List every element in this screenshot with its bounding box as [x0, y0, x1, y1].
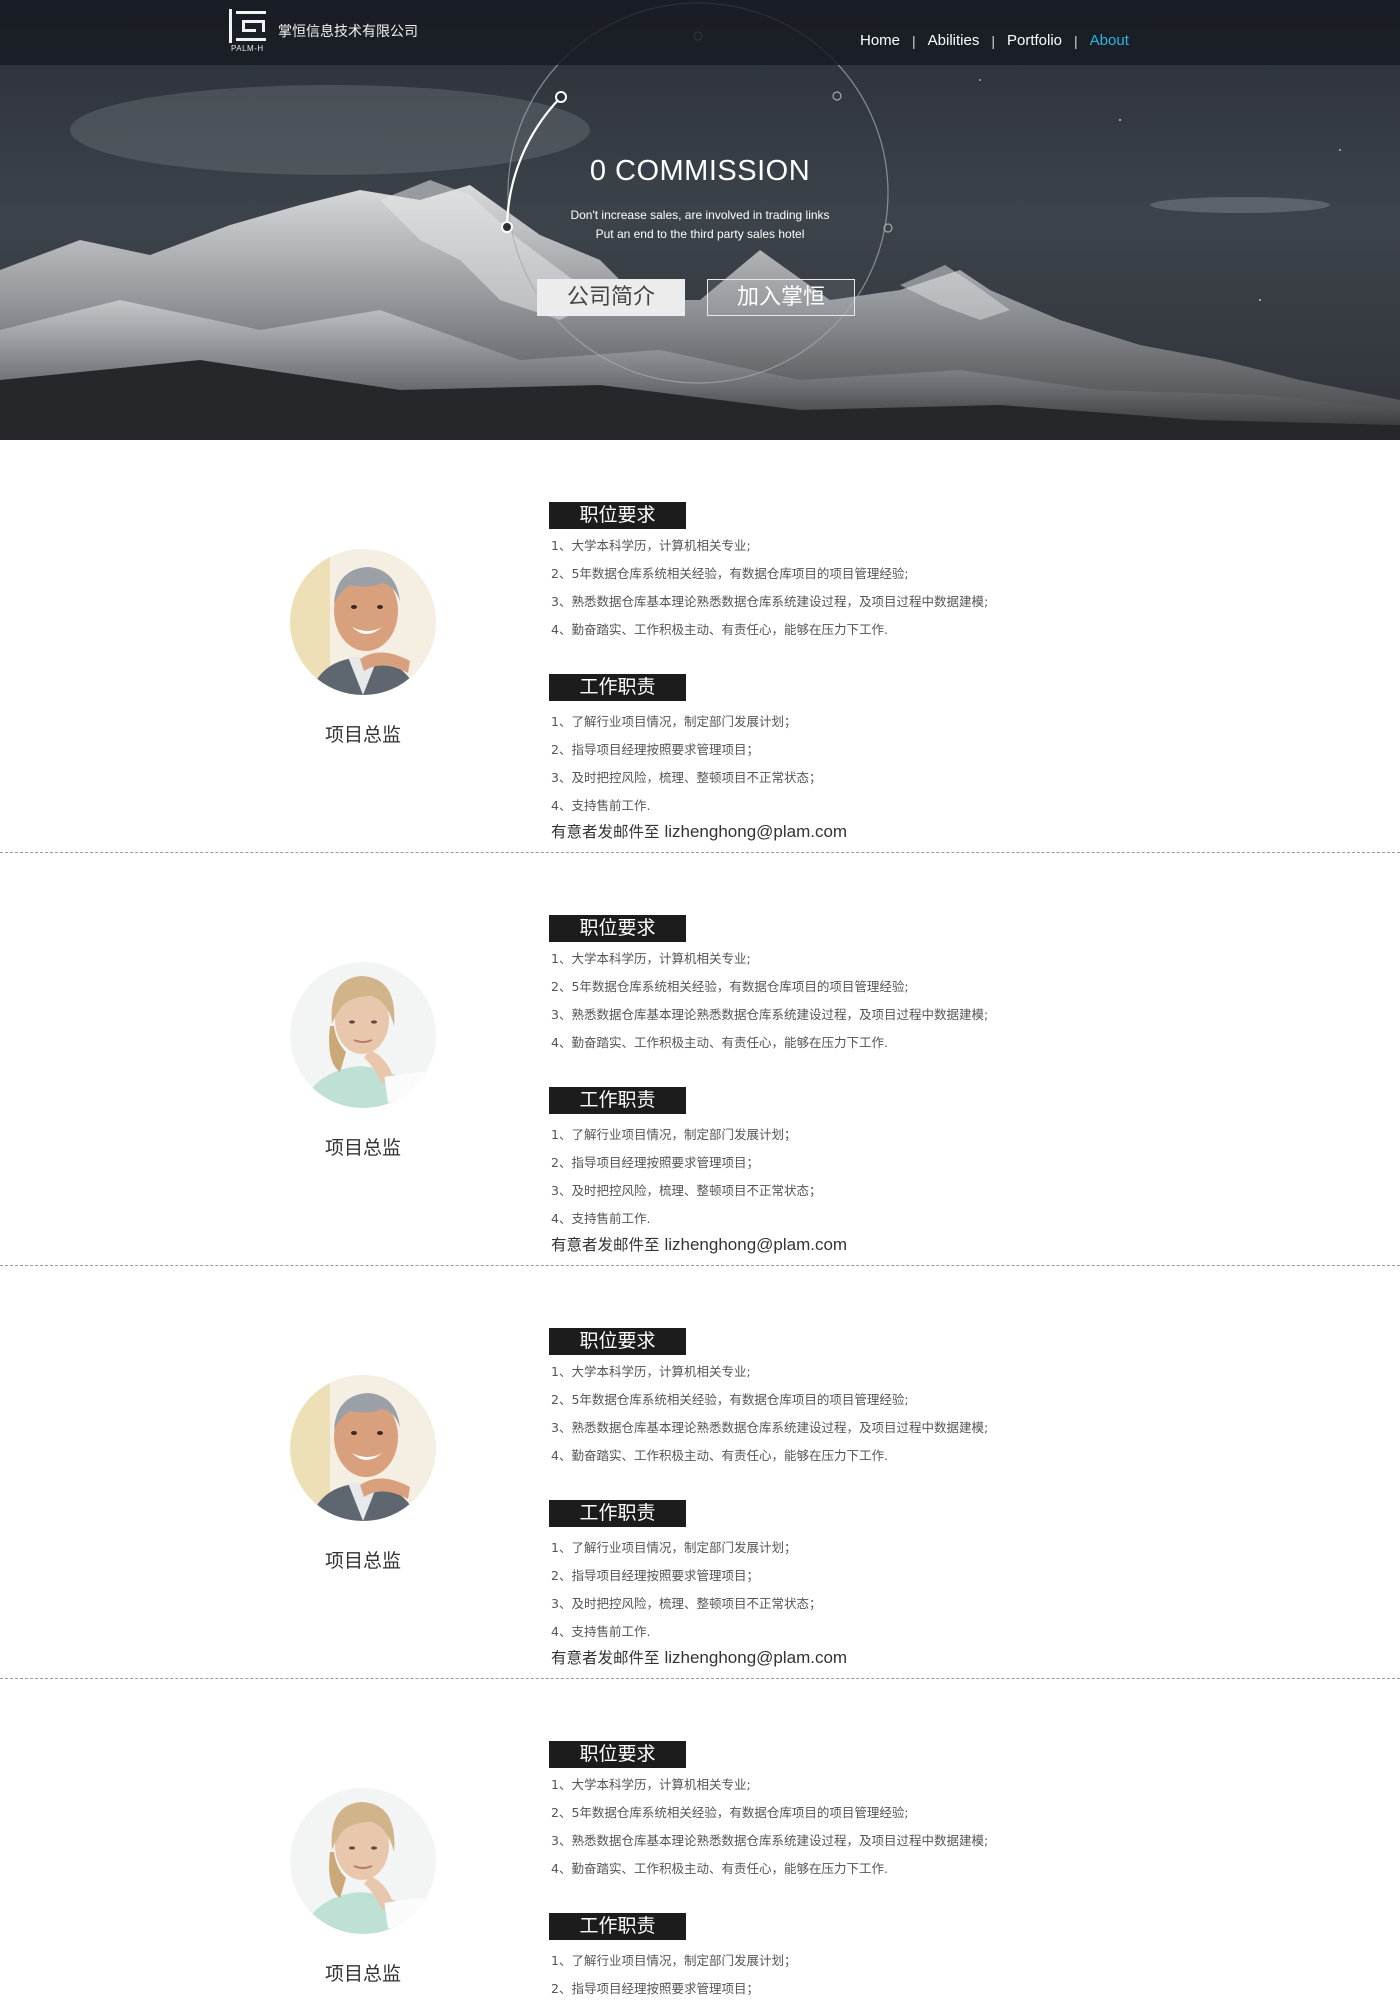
duty-item: 2、指导项目经理按照要求管理项目；	[551, 1568, 759, 1583]
contact-email-link[interactable]: lizhenghong@plam.com	[664, 822, 847, 841]
job-role-title: 项目总监	[324, 1963, 401, 1985]
avatar	[290, 1375, 436, 1521]
avatar	[290, 549, 436, 695]
requirements-list: 1、大学本科学历，计算机相关专业; 2、5年数据仓库系统相关经验，有数据仓库项目…	[551, 1771, 988, 1883]
nav-separator: |	[1074, 32, 1078, 49]
join-us-button[interactable]: 加入掌恒	[707, 279, 855, 316]
requirements-heading: 职位要求	[549, 915, 686, 942]
requirement-item: 3、熟悉数据仓库基本理论熟悉数据仓库系统建设过程，及项目过程中数据建模;	[551, 1007, 989, 1022]
requirement-item: 1、大学本科学历，计算机相关专业;	[551, 1364, 751, 1379]
requirement-item: 2、5年数据仓库系统相关经验，有数据仓库项目的项目管理经验;	[551, 979, 909, 994]
duty-item: 1、了解行业项目情况，制定部门发展计划；	[551, 1127, 797, 1142]
contact-email-line: 有意者发邮件至 lizhenghong@plam.com	[551, 1646, 847, 1668]
duty-item: 2、指导项目经理按照要求管理项目；	[551, 742, 759, 757]
duty-item: 1、了解行业项目情况，制定部门发展计划；	[551, 1540, 797, 1555]
job-card: 项目总监 职位要求 1、大学本科学历，计算机相关专业; 2、5年数据仓库系统相关…	[0, 440, 1400, 853]
main-nav: Home | Abilities | Portfolio | About	[860, 32, 1129, 49]
job-role-title: 项目总监	[324, 1137, 401, 1159]
contact-email-link[interactable]: lizhenghong@plam.com	[664, 1235, 847, 1254]
requirement-item: 2、5年数据仓库系统相关经验，有数据仓库项目的项目管理经验;	[551, 1805, 909, 1820]
avatar	[290, 962, 436, 1108]
nav-about[interactable]: About	[1090, 32, 1129, 49]
requirement-item: 4、勤奋踏实、工作积极主动、有责任心，能够在压力下工作.	[551, 1448, 888, 1463]
duties-heading: 工作职责	[549, 1087, 686, 1114]
contact-prefix: 有意者发邮件至	[551, 1649, 660, 1667]
duties-list: 1、了解行业项目情况，制定部门发展计划； 2、指导项目经理按照要求管理项目； 3…	[551, 1947, 821, 2000]
duties-list: 1、了解行业项目情况，制定部门发展计划； 2、指导项目经理按照要求管理项目； 3…	[551, 1534, 821, 1646]
requirements-heading: 职位要求	[549, 1328, 686, 1355]
duty-item: 3、及时把控风险，梳理、整顿项目不正常状态；	[551, 770, 822, 785]
requirements-heading: 职位要求	[549, 1741, 686, 1768]
duties-list: 1、了解行业项目情况，制定部门发展计划； 2、指导项目经理按照要求管理项目； 3…	[551, 1121, 821, 1233]
contact-prefix: 有意者发邮件至	[551, 1236, 660, 1254]
requirement-item: 4、勤奋踏实、工作积极主动、有责任心，能够在压力下工作.	[551, 1861, 888, 1876]
requirement-item: 4、勤奋踏实、工作积极主动、有责任心，能够在压力下工作.	[551, 1035, 888, 1050]
man-portrait-image	[290, 549, 436, 695]
contact-email-line: 有意者发邮件至 lizhenghong@plam.com	[551, 1233, 847, 1255]
requirements-list: 1、大学本科学历，计算机相关专业; 2、5年数据仓库系统相关经验，有数据仓库项目…	[551, 1358, 988, 1470]
duty-item: 4、支持售前工作.	[551, 1624, 651, 1639]
avatar	[290, 1788, 436, 1934]
job-card: 项目总监 职位要求 1、大学本科学历，计算机相关专业; 2、5年数据仓库系统相关…	[0, 853, 1400, 1266]
duty-item: 2、指导项目经理按照要求管理项目；	[551, 1981, 759, 1996]
contact-prefix: 有意者发邮件至	[551, 823, 660, 841]
duty-item: 1、了解行业项目情况，制定部门发展计划；	[551, 714, 797, 729]
requirement-item: 3、熟悉数据仓库基本理论熟悉数据仓库系统建设过程，及项目过程中数据建模;	[551, 594, 989, 609]
job-card: 项目总监 职位要求 1、大学本科学历，计算机相关专业; 2、5年数据仓库系统相关…	[0, 1679, 1400, 2000]
nav-separator: |	[991, 32, 995, 49]
duty-item: 3、及时把控风险，梳理、整顿项目不正常状态；	[551, 1183, 822, 1198]
duty-item: 1、了解行业项目情况，制定部门发展计划；	[551, 1953, 797, 1968]
man-portrait-image	[290, 1375, 436, 1521]
job-role-title: 项目总监	[324, 1550, 401, 1572]
requirements-list: 1、大学本科学历，计算机相关专业; 2、5年数据仓库系统相关经验，有数据仓库项目…	[551, 945, 988, 1057]
requirements-list: 1、大学本科学历，计算机相关专业; 2、5年数据仓库系统相关经验，有数据仓库项目…	[551, 532, 988, 644]
company-name: 掌恒信息技术有限公司	[278, 24, 418, 40]
duties-list: 1、了解行业项目情况，制定部门发展计划； 2、指导项目经理按照要求管理项目； 3…	[551, 708, 821, 820]
job-role-title: 项目总监	[324, 724, 401, 746]
nav-abilities[interactable]: Abilities	[928, 32, 980, 49]
woman-portrait-image	[290, 962, 436, 1108]
duties-heading: 工作职责	[549, 1913, 686, 1940]
contact-email-link[interactable]: lizhenghong@plam.com	[664, 1648, 847, 1667]
woman-portrait-image	[290, 1788, 436, 1934]
nav-separator: |	[912, 32, 916, 49]
requirements-heading: 职位要求	[549, 502, 686, 529]
hero-subtitle: Don't increase sales, are involved in tr…	[500, 206, 900, 244]
duty-item: 4、支持售前工作.	[551, 1211, 651, 1226]
duty-item: 2、指导项目经理按照要求管理项目；	[551, 1155, 759, 1170]
contact-email-line: 有意者发邮件至 lizhenghong@plam.com	[551, 820, 847, 842]
hero-subtitle-line-1: Don't increase sales, are involved in tr…	[570, 208, 830, 222]
logo-subtitle: PALM-H	[231, 44, 264, 53]
duty-item: 4、支持售前工作.	[551, 798, 651, 813]
hero-banner: PALM-H 掌恒信息技术有限公司 Home | Abilities | Por…	[0, 0, 1400, 440]
job-card: 项目总监 职位要求 1、大学本科学历，计算机相关专业; 2、5年数据仓库系统相关…	[0, 1266, 1400, 1679]
nav-portfolio[interactable]: Portfolio	[1007, 32, 1062, 49]
company-intro-button[interactable]: 公司简介	[537, 279, 685, 316]
duties-heading: 工作职责	[549, 674, 686, 701]
requirement-item: 4、勤奋踏实、工作积极主动、有责任心，能够在压力下工作.	[551, 622, 888, 637]
hero-title: 0 COMMISSION	[589, 155, 811, 187]
duties-heading: 工作职责	[549, 1500, 686, 1527]
requirement-item: 3、熟悉数据仓库基本理论熟悉数据仓库系统建设过程，及项目过程中数据建模;	[551, 1420, 989, 1435]
requirement-item: 3、熟悉数据仓库基本理论熟悉数据仓库系统建设过程，及项目过程中数据建模;	[551, 1833, 989, 1848]
requirement-item: 1、大学本科学历，计算机相关专业;	[551, 1777, 751, 1792]
requirement-item: 2、5年数据仓库系统相关经验，有数据仓库项目的项目管理经验;	[551, 1392, 909, 1407]
requirement-item: 1、大学本科学历，计算机相关专业;	[551, 538, 751, 553]
requirement-item: 1、大学本科学历，计算机相关专业;	[551, 951, 751, 966]
company-logo[interactable]: PALM-H 掌恒信息技术有限公司	[228, 8, 418, 54]
logo-icon: PALM-H	[228, 8, 270, 54]
duty-item: 3、及时把控风险，梳理、整顿项目不正常状态；	[551, 1596, 822, 1611]
top-navbar	[0, 0, 1400, 65]
nav-home[interactable]: Home	[860, 32, 900, 49]
requirement-item: 2、5年数据仓库系统相关经验，有数据仓库项目的项目管理经验;	[551, 566, 909, 581]
hero-subtitle-line-2: Put an end to the third party sales hote…	[595, 227, 805, 241]
